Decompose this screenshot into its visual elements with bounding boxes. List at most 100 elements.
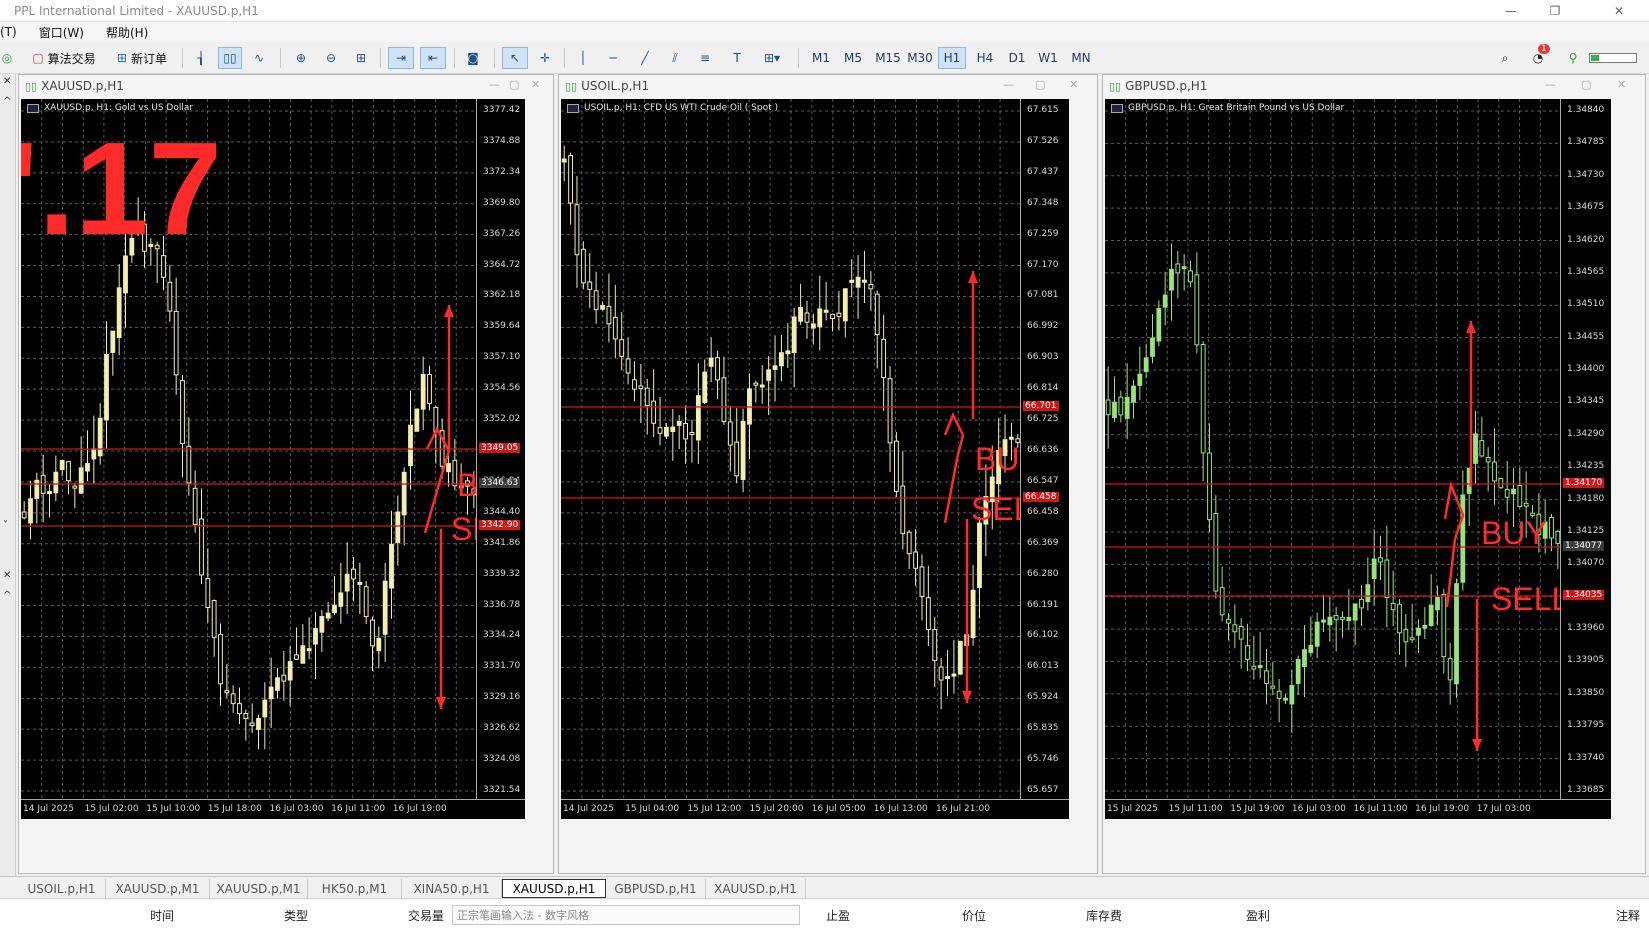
chart-tab[interactable]: XAUUSD.p,H1	[502, 879, 606, 898]
line-chart-icon[interactable]: ∿	[248, 47, 270, 69]
timeframe-h4[interactable]: H4	[972, 47, 998, 69]
candle-body	[772, 365, 778, 370]
cursor-icon[interactable]: ↖	[502, 47, 528, 69]
timeframe-mn[interactable]: MN	[1066, 47, 1096, 69]
terminal-column-header[interactable]: 时间	[150, 907, 174, 924]
price-level-tag: 66.701	[1023, 401, 1059, 411]
text-tool-icon[interactable]: T	[726, 47, 748, 69]
candle-body	[173, 311, 179, 376]
zoom-in-icon[interactable]: ⊕	[290, 47, 312, 69]
timeframe-h1[interactable]: H1	[938, 47, 966, 69]
navigator-strip[interactable]: ✕ ^ ˅ ✕ ^	[0, 74, 16, 878]
time-axis[interactable]: 14 Jul 2025 15 Jul 04:00 15 Jul 12:00 15 Ju…	[561, 799, 1069, 819]
candle-body	[887, 378, 893, 444]
timeframe-m1[interactable]: M1	[808, 47, 834, 69]
chart-tab[interactable]: XAUUSD.p,M1	[210, 879, 308, 898]
price-axis[interactable]: 3377.42 3374.88 3372.34 3369.80 3367.26 3364.…	[477, 99, 525, 799]
maximize-icon[interactable]: ▢	[1035, 78, 1045, 91]
terminal-column-header[interactable]: 库存费	[1086, 907, 1122, 924]
minimize-icon[interactable]: —	[489, 78, 500, 91]
algo-trading-label: 算法交易	[47, 51, 96, 66]
chart-plot-area[interactable]: XAUUSD.p, H1: Gold vs US Dollar BUY SELL '.…	[21, 99, 477, 799]
bar-chart-icon[interactable]: ┧	[190, 47, 212, 69]
maximize-icon[interactable]: ▢	[1581, 78, 1591, 91]
chart-window-title: XAUUSD.p,H1	[41, 79, 124, 93]
candle-body	[779, 352, 784, 367]
chart-window-titlebar[interactable]: ▯▯ USOIL.p,H1	[559, 75, 1097, 97]
auto-scroll-icon[interactable]: ⇥	[388, 47, 414, 69]
terminal-column-header[interactable]: 价位	[962, 907, 986, 924]
close-icon[interactable]: ✕	[3, 570, 11, 581]
terminal-column-header[interactable]: 交易量	[408, 907, 444, 924]
close-icon[interactable]: ✕	[531, 78, 540, 91]
terminal-column-header[interactable]: 类型	[284, 907, 308, 924]
timeframe-m5[interactable]: M5	[840, 47, 866, 69]
chart-tab[interactable]: HK50.p,M1	[308, 879, 402, 898]
maximize-icon[interactable]: ▢	[509, 78, 519, 91]
close-button[interactable]: ✕	[1597, 0, 1641, 22]
signal-icon: ⚲	[1568, 51, 1578, 65]
vertical-line-icon[interactable]: │	[572, 47, 594, 69]
chart-window-titlebar[interactable]: ▯▯ XAUUSD.p,H1	[19, 75, 553, 97]
menu-window[interactable]: 窗口(W)	[39, 24, 84, 41]
chart-shift-icon[interactable]: ⇤	[420, 47, 446, 69]
restore-button[interactable]: ❐	[1533, 0, 1577, 22]
chart-tabs-bar: USOIL.p,H1 XAUUSD.p,M1 XAUUSD.p,M1 HK50.p,M…	[0, 876, 1649, 898]
chevron-down-icon[interactable]: ˅	[3, 520, 8, 531]
chart-window-titlebar[interactable]: ▯▯ GBPUSD.p,H1	[1103, 75, 1645, 97]
price-label: 67.170	[1027, 259, 1059, 270]
new-order-button[interactable]: ⊞ 新订单	[110, 47, 174, 69]
chart-plot-area[interactable]: USOIL.p, H1: CFD US WTI Crude Oil ( Spot…	[561, 99, 1021, 799]
terminal-column-header[interactable]: 止盈	[826, 907, 850, 924]
chart-tab[interactable]: XAUUSD.p,H1	[706, 879, 806, 898]
close-icon[interactable]: ✕	[1617, 78, 1626, 91]
menu-help[interactable]: 帮助(H)	[106, 24, 148, 41]
chart-tab[interactable]: XINA50.p,H1	[402, 879, 502, 898]
time-axis[interactable]: 14 Jul 2025 15 Jul 02:00 15 Jul 10:00 15 Ju…	[21, 799, 525, 819]
chart-tab[interactable]: GBPUSD.p,H1	[606, 879, 706, 898]
price-axis[interactable]: 67.615 67.526 67.437 67.348 67.259 67.170 67.0…	[1021, 99, 1069, 799]
shapes-menu-icon[interactable]: ⊞▾	[756, 47, 788, 69]
algo-trading-button[interactable]: ▢ 算法交易	[28, 47, 100, 69]
chart-plot-area[interactable]: GBPUSD.p, H1: Great Britain Pound vs US …	[1105, 99, 1561, 799]
fibonacci-icon[interactable]: ≡	[694, 47, 716, 69]
tile-windows-icon[interactable]: ⊞	[350, 47, 372, 69]
minimize-icon[interactable]: —	[1003, 78, 1014, 91]
chevron-up-icon[interactable]: ^	[3, 590, 11, 601]
candle-body	[408, 424, 413, 467]
timeframe-m30[interactable]: M30	[904, 47, 936, 69]
search-icon[interactable]: ⌕	[1494, 47, 1516, 69]
terminal-column-header[interactable]: 盈利	[1246, 907, 1270, 924]
chart-window-xauusd[interactable]: ▯▯ XAUUSD.p,H1 — ▢ ✕ XAUUSD.p, H1: Gold …	[18, 74, 554, 874]
chevron-up-icon[interactable]: ^	[3, 96, 11, 107]
close-icon[interactable]: ✕	[3, 76, 11, 87]
close-icon[interactable]: ✕	[1069, 78, 1078, 91]
time-label: 16 Jul 19:00	[392, 804, 447, 814]
chart-window-gbpusd[interactable]: ▯▯ GBPUSD.p,H1 — ▢ ✕ GBPUSD.p, H1: Great…	[1102, 74, 1646, 874]
terminal-column-header[interactable]: 注释	[1616, 907, 1640, 924]
screenshot-icon[interactable]: ◙	[462, 47, 484, 69]
trend-line-icon[interactable]: ╱	[634, 47, 656, 69]
chart-window-usoil[interactable]: ▯▯ USOIL.p,H1 — ▢ ✕ USOIL.p, H1: CFD US …	[558, 74, 1098, 874]
price-axis[interactable]: 1.34840 1.34785 1.34730 1.34675 1.34620 1.345…	[1561, 99, 1611, 799]
minimize-button[interactable]: —	[1489, 0, 1533, 22]
candle-body	[300, 645, 306, 664]
candlestick-chart-icon[interactable]: ▯▯	[218, 47, 242, 69]
menu-tools[interactable]: (T)	[0, 25, 17, 39]
time-label: 15 Jul 04:00	[625, 804, 680, 814]
notifications-icon[interactable]: ◔ 1	[1524, 44, 1552, 69]
chart-tab[interactable]: XAUUSD.p,M1	[106, 879, 210, 898]
chart-tab[interactable]: USOIL.p,H1	[18, 879, 106, 898]
timeframe-w1[interactable]: W1	[1034, 47, 1062, 69]
zigzag-annotation	[423, 426, 451, 534]
zoom-out-icon[interactable]: ⊖	[320, 47, 342, 69]
timeframe-d1[interactable]: D1	[1004, 47, 1030, 69]
horizontal-line-icon[interactable]: ─	[602, 47, 624, 69]
channel-icon[interactable]: ⫽	[664, 47, 686, 69]
time-axis[interactable]: 15 Jul 2025 15 Jul 11:00 15 Jul 19:00 16 Ju…	[1105, 799, 1611, 819]
crosshair-icon[interactable]: ✛	[534, 47, 556, 69]
zigzag-annotation	[943, 411, 965, 524]
candle-body	[1422, 625, 1428, 629]
timeframe-m15[interactable]: M15	[872, 47, 904, 69]
minimize-icon[interactable]: —	[1545, 78, 1556, 91]
